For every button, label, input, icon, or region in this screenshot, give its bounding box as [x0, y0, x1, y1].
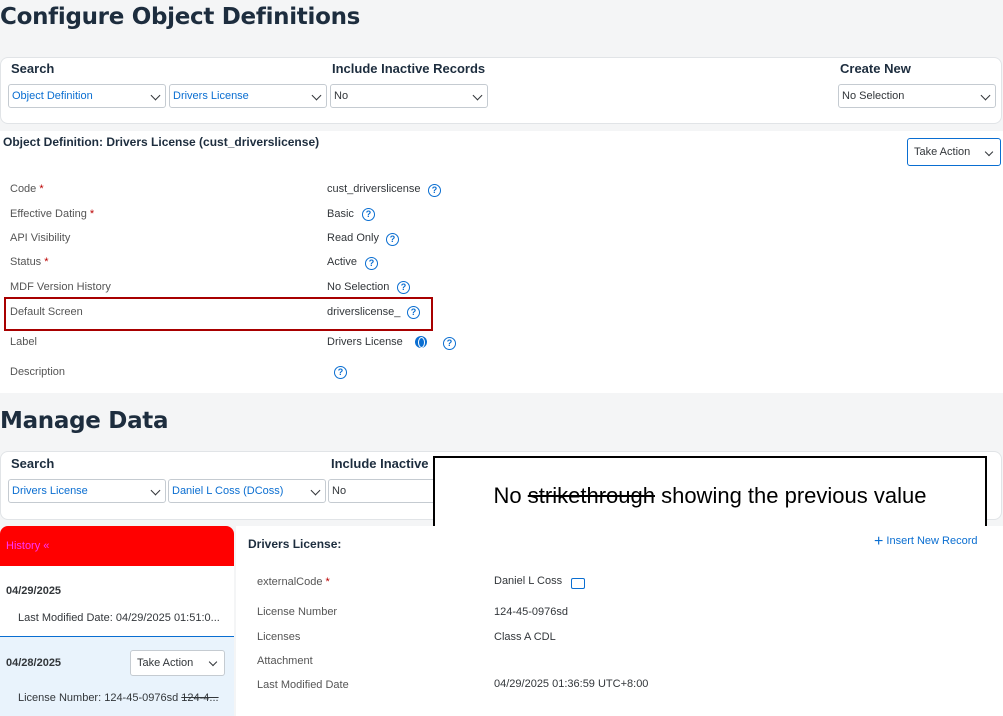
required-mark: * — [325, 576, 330, 588]
help-icon[interactable]: ? — [428, 184, 441, 197]
manage-data-title: Manage Data — [0, 408, 169, 434]
globe-icon[interactable] — [415, 336, 427, 348]
field-label-api-visibility: API Visibility — [10, 232, 71, 244]
history-take-action-label: Take Action — [137, 657, 194, 669]
manage-record-select[interactable]: Daniel L Coss (DCoss) — [168, 479, 326, 503]
required-mark: * — [44, 256, 49, 268]
record-heading: Drivers License: — [248, 537, 342, 551]
field-label-status: Status * — [10, 256, 49, 268]
history-header[interactable]: History « — [0, 526, 234, 566]
config-include-inactive-value: No — [334, 90, 349, 102]
take-action-button[interactable]: Take Action — [907, 138, 1001, 166]
required-mark: * — [39, 183, 44, 195]
record-label-external-code-text: externalCode — [257, 576, 323, 588]
history-header-label: History — [6, 540, 41, 552]
chevron-down-icon — [311, 90, 322, 101]
field-value-status: Active — [327, 256, 357, 268]
chevron-down-icon — [208, 657, 218, 667]
history-detail-struck: 124-4... — [181, 692, 219, 704]
help-icon[interactable]: ? — [334, 366, 347, 379]
required-mark: * — [89, 208, 95, 220]
config-include-inactive-label: Include Inactive Records — [332, 61, 486, 76]
history-entry-detail: License Number: 124-45-0976sd 124-4... — [18, 692, 219, 704]
help-icon[interactable]: ? — [386, 233, 399, 246]
help-icon[interactable]: ? — [397, 281, 410, 294]
chevron-down-icon — [150, 90, 161, 101]
history-entry-date: 04/28/2025 — [6, 657, 62, 669]
config-object-type-select[interactable]: Object Definition — [8, 84, 166, 108]
insert-new-record-link[interactable]: + Insert New Record — [874, 533, 978, 551]
manage-include-inactive-label: Include Inactive R — [331, 456, 442, 471]
config-object-select[interactable]: Drivers License — [169, 84, 327, 108]
field-value-effective-dating: Basic — [327, 208, 354, 220]
record-label-licenses: Licenses — [257, 631, 301, 643]
field-label-description: Description — [10, 366, 66, 378]
history-take-action-button[interactable]: Take Action — [130, 650, 225, 676]
history-entry-date[interactable]: 04/29/2025 — [6, 585, 61, 597]
field-label-status-text: Status — [10, 256, 42, 268]
create-new-select[interactable]: No Selection — [838, 84, 996, 108]
callout-text-before: No — [493, 483, 528, 508]
field-label-code-text: Code — [10, 183, 37, 195]
record-value-last-modified: 04/29/2025 01:36:59 UTC+8:00 — [494, 678, 649, 690]
help-icon[interactable]: ? — [407, 306, 420, 319]
record-label-external-code: externalCode * — [257, 576, 330, 588]
callout-struck-text: strikethrough — [527, 483, 655, 508]
help-icon[interactable]: ? — [365, 257, 378, 270]
chevron-down-icon — [472, 90, 483, 101]
callout-text-after: showing the previous value — [654, 483, 927, 508]
history-entry-detail: Last Modified Date: 04/29/2025 01:51:0..… — [18, 612, 220, 624]
field-value-api-visibility: Read Only — [327, 232, 379, 244]
manage-record-value: Daniel L Coss (DCoss) — [172, 485, 284, 497]
record-label-last-modified: Last Modified Date — [257, 679, 349, 691]
chevron-down-icon — [984, 147, 994, 157]
record-label-attachment: Attachment — [257, 655, 313, 667]
config-include-inactive-select[interactable]: No — [330, 84, 488, 108]
page-title: Configure Object Definitions — [0, 4, 361, 30]
record-value-license-number: 124-45-0976sd — [494, 606, 569, 618]
record-value-external-code: Daniel L Coss — [494, 575, 563, 587]
take-action-label: Take Action — [914, 146, 971, 158]
field-label-effective-dating: Effective Dating * — [10, 208, 94, 220]
collapse-icon: « — [43, 540, 50, 552]
help-icon[interactable]: ? — [362, 208, 375, 221]
field-value-mdf-version-history: No Selection — [327, 281, 390, 293]
chevron-down-icon — [980, 90, 991, 101]
field-value-code: cust_driverslicense — [327, 183, 421, 195]
annotation-callout: No strikethrough showing the previous va… — [433, 456, 987, 535]
manage-object-type-value: Drivers License — [12, 485, 88, 497]
field-label-code: Code * — [10, 183, 44, 195]
record-label-license-number: License Number — [257, 606, 338, 618]
history-entry-selected[interactable]: 04/28/2025 Take Action License Number: 1… — [0, 636, 234, 716]
manage-include-inactive-value: No — [332, 485, 347, 497]
record-value-licenses: Class A CDL — [494, 631, 556, 643]
field-value-label: Drivers License — [327, 336, 403, 348]
plus-icon: + — [874, 533, 884, 550]
field-label-default-screen: Default Screen — [10, 306, 83, 318]
config-search-panel: Search Object Definition Drivers License… — [0, 57, 1002, 124]
object-definition-heading: Object Definition: Drivers License (cust… — [3, 135, 320, 149]
create-new-value: No Selection — [842, 90, 905, 102]
config-object-value: Drivers License — [173, 90, 249, 102]
manage-search-label: Search — [11, 456, 55, 471]
field-label-effective-dating-text: Effective Dating — [10, 208, 87, 220]
chevron-down-icon — [150, 485, 161, 496]
create-new-label: Create New — [840, 61, 911, 76]
history-header-text: History « — [6, 540, 49, 552]
history-panel: History « 04/29/2025 Last Modified Date:… — [0, 526, 234, 716]
insert-new-record-label: Insert New Record — [886, 535, 978, 547]
chevron-down-icon — [310, 485, 321, 496]
config-object-type-value: Object Definition — [12, 90, 93, 102]
manage-object-type-select[interactable]: Drivers License — [8, 479, 166, 503]
help-icon[interactable]: ? — [443, 337, 456, 350]
field-value-default-screen: driverslicense_ — [327, 306, 401, 318]
object-definition-panel — [0, 131, 1003, 393]
field-label-mdf-version-history: MDF Version History — [10, 281, 111, 293]
field-label-label: Label — [10, 336, 37, 348]
history-detail-prefix: License Number: 124-45-0976sd — [18, 692, 182, 704]
business-card-icon[interactable] — [571, 578, 585, 589]
config-search-label: Search — [11, 61, 55, 76]
